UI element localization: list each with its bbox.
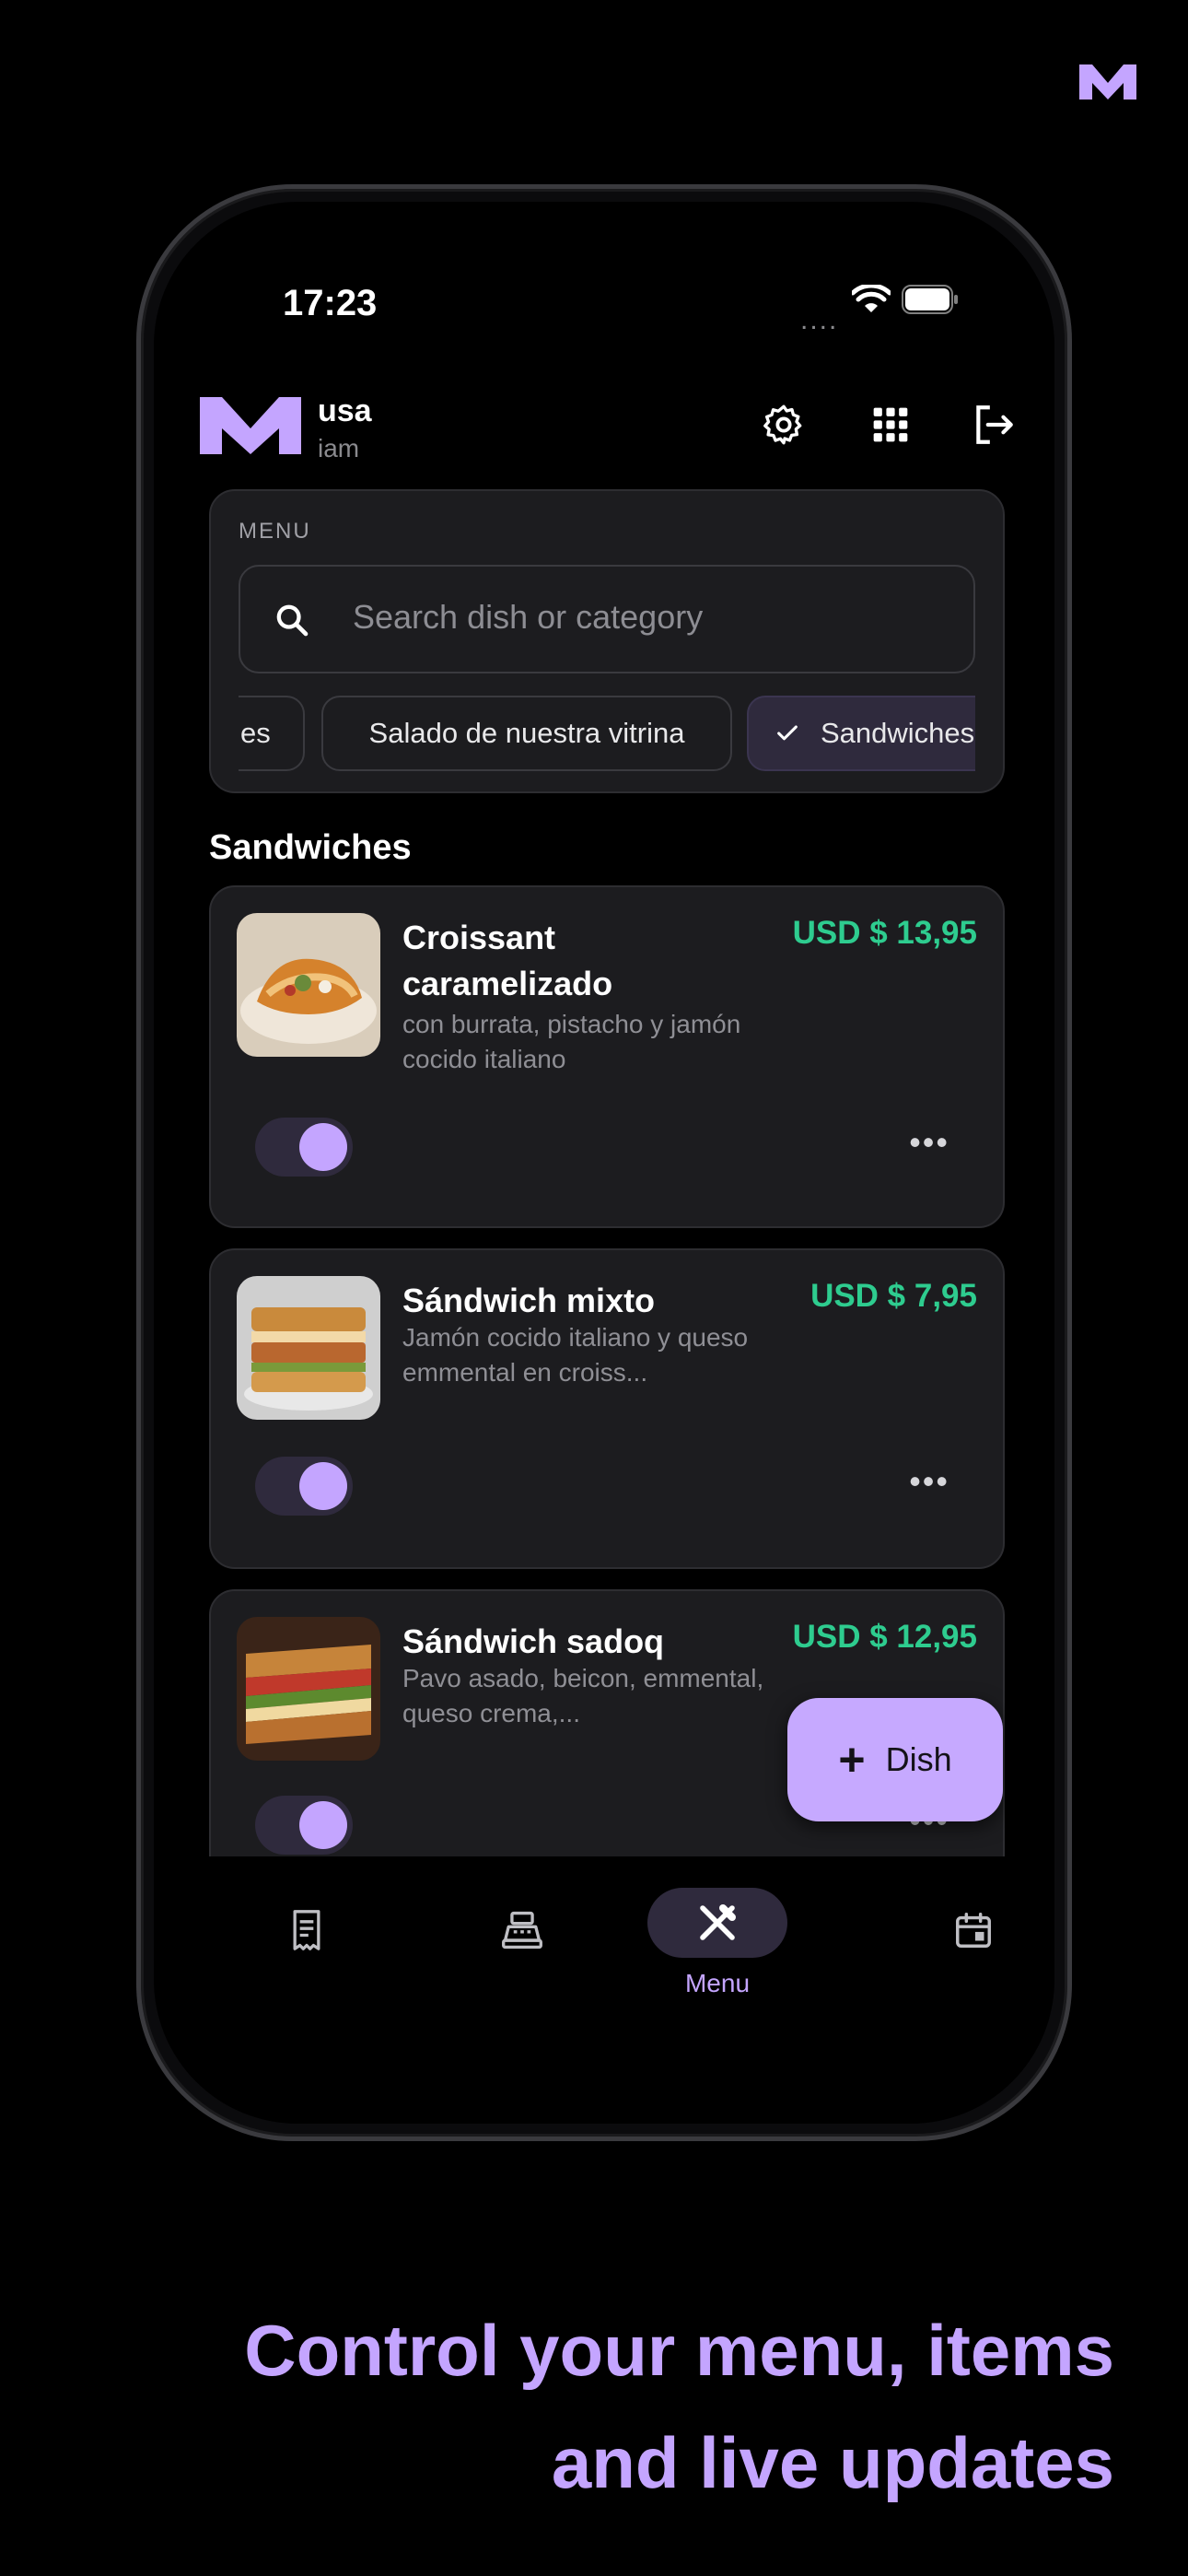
wifi-icon — [852, 285, 891, 312]
search-placeholder: Search dish or category — [353, 598, 704, 636]
dish-price: USD $ 12,95 — [792, 1619, 977, 1655]
tagline-line-1: Control your menu, items — [244, 2310, 1114, 2391]
grid-icon — [873, 407, 908, 442]
account-subtitle: iam — [318, 434, 360, 463]
add-dish-label: Dish — [885, 1740, 952, 1778]
dish-name: Croissant caramelizado — [402, 919, 613, 1002]
more-options-icon[interactable]: ••• — [909, 1123, 949, 1162]
search-input[interactable]: Search dish or category — [239, 565, 975, 673]
dish-description: con burrata, pistacho y jamón cocido ita… — [402, 1010, 741, 1073]
more-options-icon[interactable]: ••• — [909, 1462, 949, 1501]
check-icon — [777, 725, 798, 741]
gear-icon — [763, 404, 802, 445]
dish-name: Sándwich mixto — [402, 1282, 656, 1319]
dish-description: Pavo asado, beicon, emmental, queso crem… — [402, 1664, 764, 1727]
dish-price: USD $ 7,95 — [810, 1278, 977, 1314]
logout-button[interactable] — [966, 397, 1021, 452]
nav-calendar[interactable] — [937, 1893, 1010, 1967]
chip-label: Sandwiches — [821, 717, 975, 749]
fork-knife-icon — [700, 1904, 736, 1940]
calendar-icon — [956, 1913, 991, 1948]
settings-button[interactable] — [756, 397, 811, 452]
menu-panel-label: MENU — [239, 519, 311, 544]
category-chip-selected[interactable]: Sandwiches — [747, 696, 975, 771]
chip-label: es — [240, 717, 271, 749]
availability-toggle[interactable] — [255, 1118, 353, 1177]
status-time: 17:23 — [283, 283, 378, 323]
nav-menu[interactable] — [647, 1888, 787, 1958]
dish-description: Jamón cocido italiano y queso emmental e… — [402, 1323, 749, 1387]
receipt-icon — [293, 1910, 320, 1950]
cash-register-icon — [502, 1911, 542, 1950]
dish-image — [237, 1617, 380, 1761]
category-chips: es Salado de nuestra vitrina Sandwiches — [239, 696, 975, 771]
nav-orders[interactable] — [270, 1893, 344, 1967]
signal-dots: .... — [800, 305, 839, 335]
search-icon — [276, 604, 309, 637]
nav-cashier[interactable] — [485, 1893, 559, 1967]
logout-icon — [976, 405, 1013, 444]
add-dish-button[interactable]: + Dish — [787, 1698, 1003, 1821]
dish-card[interactable]: Croissant caramelizado con burrata, pist… — [209, 885, 1005, 1228]
brand-logo-corner — [1079, 64, 1136, 100]
category-chip[interactable]: Salado de nuestra vitrina — [321, 696, 732, 771]
app-logo — [200, 397, 301, 454]
apps-grid-button[interactable] — [863, 397, 918, 452]
dish-price: USD $ 13,95 — [792, 915, 977, 951]
dish-image — [237, 913, 380, 1057]
dish-name: Sándwich sadoq — [402, 1622, 665, 1660]
toggle-knob — [299, 1801, 347, 1849]
menu-panel: MENU Search dish or category es Salado d… — [209, 489, 1005, 793]
tagline-line-2: and live updates — [551, 2422, 1114, 2503]
section-title: Sandwiches — [209, 828, 412, 867]
dish-image — [237, 1276, 380, 1420]
category-chip[interactable]: es — [239, 696, 305, 771]
app-screen: 17:23 .... usa iam MENU Search dish or c… — [154, 202, 1054, 2124]
availability-toggle[interactable] — [255, 1457, 353, 1516]
availability-toggle[interactable] — [255, 1796, 353, 1855]
battery-icon — [902, 285, 958, 314]
account-name: usa — [318, 393, 372, 428]
toggle-knob — [299, 1123, 347, 1171]
dish-card[interactable]: Sándwich mixto Jamón cocido italiano y q… — [209, 1248, 1005, 1569]
phone-frame: 17:23 .... usa iam MENU Search dish or c… — [136, 184, 1072, 2141]
plus-icon: + — [838, 1734, 866, 1786]
nav-menu-label: Menu — [684, 1969, 751, 1997]
chip-label: Salado de nuestra vitrina — [368, 717, 685, 749]
tagline: Control your menu, items and live update… — [244, 2294, 1114, 2519]
toggle-knob — [299, 1462, 347, 1510]
